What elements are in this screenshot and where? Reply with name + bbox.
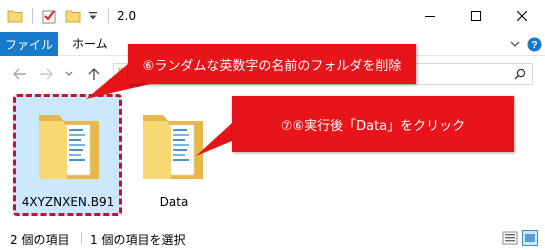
large-icons-view-icon[interactable] [522,230,538,246]
callout-delete-folder: ⑥ランダムな英数字の名前のフォルダを削除 [128,44,416,84]
selected-count: 1 個の項目を選択 [90,233,186,247]
callout-click-data: ⑦⑥実行後「Data」をクリック [232,96,514,152]
callout-pointer-second [196,123,232,156]
status-bar: 2 個の項目 1 個の項目を選択 [0,226,545,250]
status-separator [81,232,82,244]
item-count: 2 個の項目 [10,233,70,247]
details-view-icon[interactable] [502,230,518,246]
